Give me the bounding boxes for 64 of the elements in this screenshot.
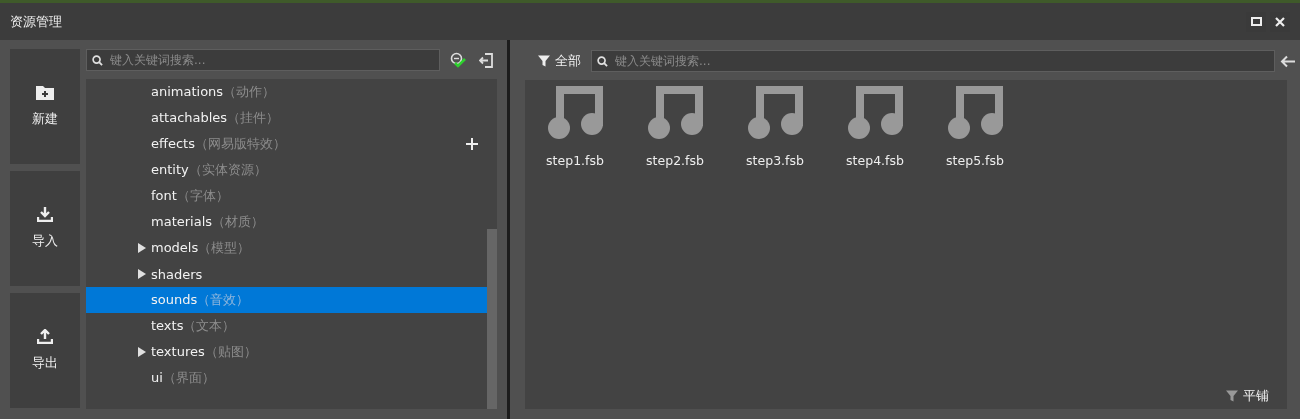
window-title: 资源管理 xyxy=(10,12,63,31)
music-note-icon xyxy=(947,86,1003,140)
scrollbar-thumb[interactable] xyxy=(487,229,497,409)
new-button[interactable]: 新建 xyxy=(10,49,80,164)
folder-name: effects（网易版特效） xyxy=(151,135,286,153)
folder-name: animations（动作） xyxy=(151,83,276,101)
tree-item[interactable]: textures（贴图） xyxy=(86,339,487,365)
folder-plus-icon xyxy=(36,85,54,100)
music-note-icon xyxy=(547,86,603,140)
tree-item[interactable]: animations（动作） xyxy=(86,79,487,105)
tree-item[interactable]: materials（材质） xyxy=(86,209,487,235)
audio-file[interactable]: step1.fsb xyxy=(525,80,625,168)
filter-icon xyxy=(1226,390,1238,402)
music-note-icon xyxy=(747,86,803,140)
tree-item[interactable]: models（模型） xyxy=(86,235,487,261)
folder-name: attachables（挂件） xyxy=(151,109,280,127)
folder-name: models（模型） xyxy=(151,239,251,257)
search-icon xyxy=(597,56,608,67)
audio-file[interactable]: step3.fsb xyxy=(725,80,825,168)
tree-item[interactable]: entity（实体资源） xyxy=(86,157,487,183)
music-note-icon xyxy=(847,86,903,140)
download-icon xyxy=(37,207,53,222)
tree-item[interactable]: font（字体） xyxy=(86,183,487,209)
folder-name: font（字体） xyxy=(151,187,229,205)
expand-arrow-icon[interactable] xyxy=(137,243,146,253)
audio-file[interactable]: step4.fsb xyxy=(825,80,925,168)
filter-icon xyxy=(538,55,550,67)
file-name: step5.fsb xyxy=(946,153,1004,168)
folder-name: textures（贴图） xyxy=(151,343,257,361)
folder-name: shaders xyxy=(151,266,203,282)
search-field[interactable]: 键入关键词搜索... xyxy=(86,49,440,71)
back-arrow-icon[interactable] xyxy=(1280,54,1295,68)
expand-arrow-icon[interactable] xyxy=(137,269,146,279)
tree-item[interactable]: attachables（挂件） xyxy=(86,105,487,131)
search-field[interactable]: 键入关键词搜索... xyxy=(591,50,1275,72)
tree-item[interactable]: texts（文本） xyxy=(86,313,487,339)
upload-icon xyxy=(37,329,53,344)
maximize-icon xyxy=(1250,17,1262,26)
audio-file[interactable]: step5.fsb xyxy=(925,80,1025,168)
search-icon xyxy=(92,55,103,66)
folder-name: sounds（音效） xyxy=(151,291,250,309)
exit-icon[interactable] xyxy=(479,52,493,68)
file-name: step1.fsb xyxy=(546,153,604,168)
add-icon[interactable] xyxy=(466,138,478,150)
file-name: step2.fsb xyxy=(646,153,704,168)
file-name: step3.fsb xyxy=(746,153,804,168)
tree-item[interactable]: ui（界面） xyxy=(86,365,487,391)
filter-button[interactable]: 全部 xyxy=(525,52,591,70)
check-badge-icon[interactable] xyxy=(450,51,467,69)
expand-arrow-icon[interactable] xyxy=(137,347,146,357)
close-icon xyxy=(1275,16,1285,27)
view-mode-button[interactable]: 平铺 xyxy=(1226,387,1269,405)
tree-item[interactable]: sounds（音效） xyxy=(86,287,487,313)
folder-name: entity（实体资源） xyxy=(151,161,267,179)
folder-name: texts（文本） xyxy=(151,317,236,335)
folder-name: ui（界面） xyxy=(151,369,215,387)
tree-item[interactable]: effects（网易版特效） xyxy=(86,131,487,157)
music-note-icon xyxy=(647,86,703,140)
audio-file[interactable]: step2.fsb xyxy=(625,80,725,168)
import-button[interactable]: 导入 xyxy=(10,171,80,286)
folder-name: materials（材质） xyxy=(151,213,265,231)
tree-item[interactable]: shaders xyxy=(86,261,487,287)
export-button[interactable]: 导出 xyxy=(10,293,80,408)
file-name: step4.fsb xyxy=(846,153,904,168)
